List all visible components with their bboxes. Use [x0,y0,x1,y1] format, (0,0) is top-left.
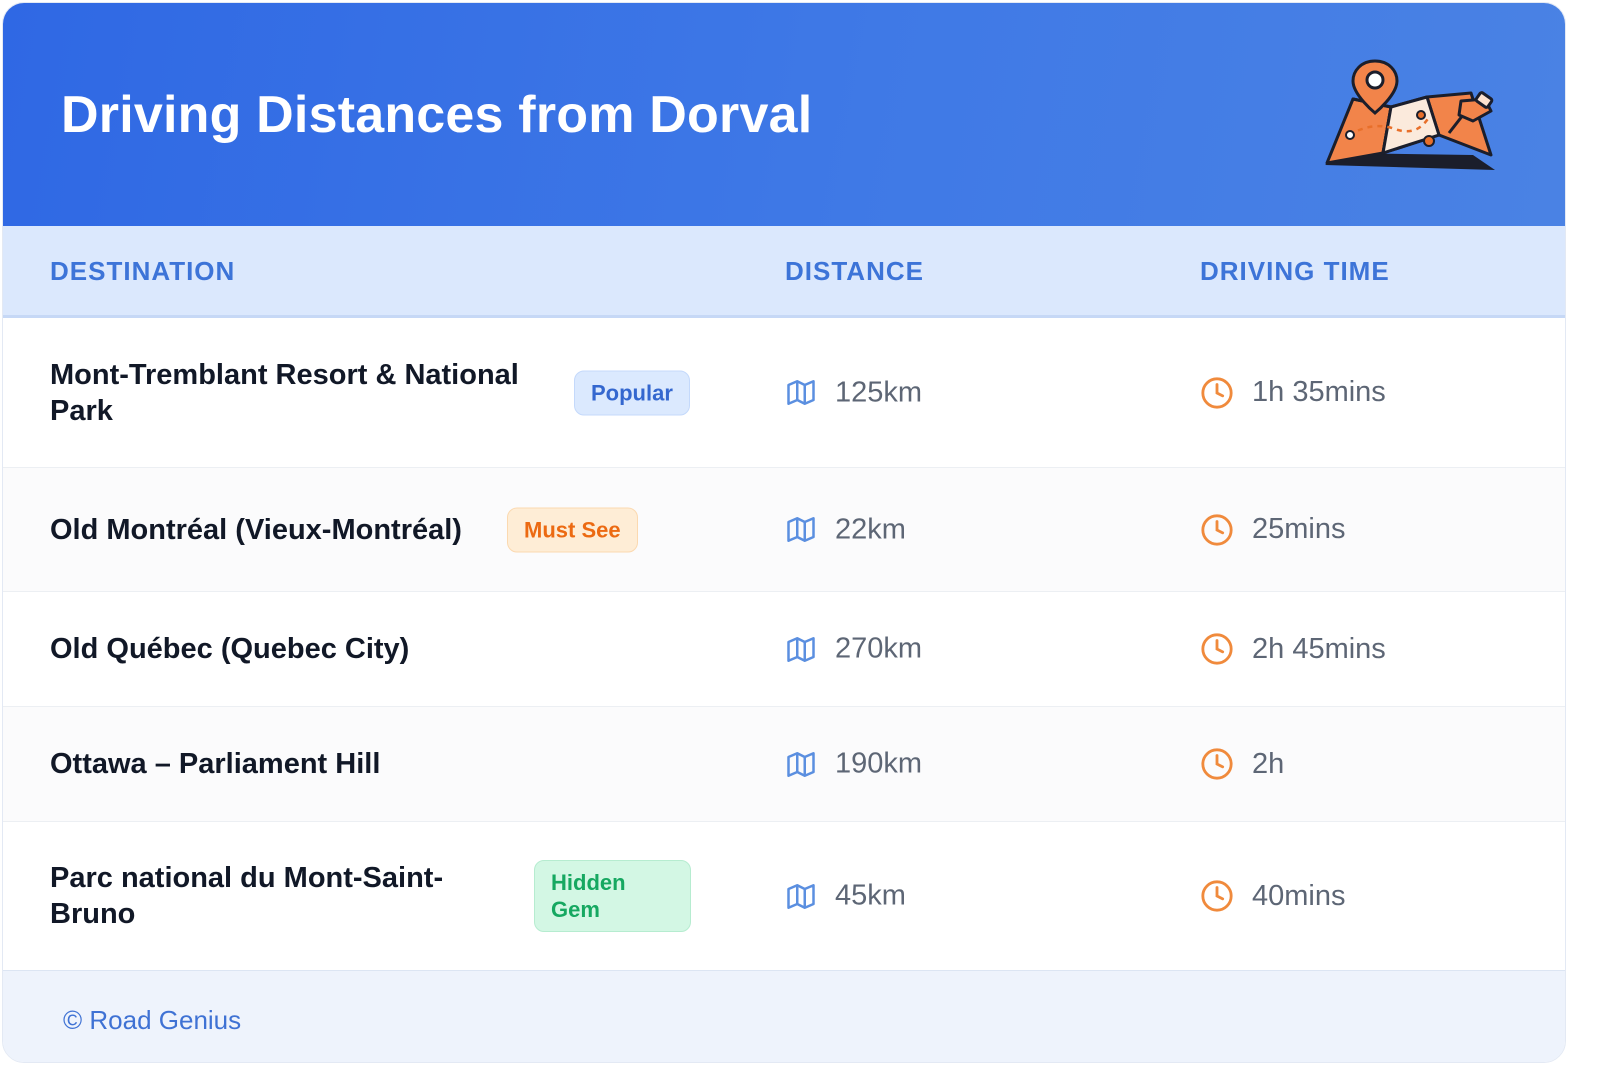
destination-name: Ottawa – Parliament Hill [50,748,381,780]
time-value: 2h 45mins [1252,632,1386,665]
badge-must-see: Must See [507,507,638,552]
clock-icon [1201,513,1233,546]
table-row[interactable]: Ottawa – Parliament Hill 190km 2h [3,707,1565,822]
distance-cell: 190km [785,748,922,781]
distance-cell: 45km [785,880,906,913]
destination-name: Old Québec (Quebec City) [50,633,410,665]
table-header: DESTINATION DISTANCE DRIVING TIME [3,226,1565,318]
column-header-distance[interactable]: DISTANCE [785,256,924,287]
table-row[interactable]: Old Québec (Quebec City) 270km 2h 45mins [3,592,1565,707]
map-icon [787,380,815,405]
destination-name: Old Montréal (Vieux-Montréal) [50,513,462,546]
time-value: 25mins [1252,513,1346,545]
time-cell: 2h [1200,747,1284,781]
distance-value: 45km [835,879,906,912]
badge-hidden-gem: Hidden Gem [534,860,691,932]
map-icon [787,636,815,662]
card-header: Driving Distances from Dorval [3,3,1565,226]
distance-value: 270km [835,632,923,665]
table-row[interactable]: Old Montréal (Vieux-Montréal) Must See 2… [3,468,1565,592]
card-footer: © Road Genius [3,970,1565,1062]
column-header-destination[interactable]: DESTINATION [50,256,235,287]
copyright-link[interactable]: © Road Genius [63,1005,241,1036]
distance-value: 190km [835,747,923,780]
map-icon [787,751,815,777]
map-icon [787,883,815,909]
destination-name: Mont-Tremblant Resort & National Park [50,358,519,427]
distance-cell: 125km [785,376,922,409]
time-cell: 40mins [1200,879,1346,913]
distance-cell: 22km [785,513,906,546]
destination-name: Parc national du Mont-Saint-Bruno [50,862,444,930]
distance-value: 22km [835,513,906,545]
time-cell: 25mins [1200,513,1346,547]
time-cell: 1h 35mins [1200,376,1386,410]
map-icon [787,517,815,542]
clock-icon [1201,880,1233,912]
distance-card: Driving Distances from Dorval DESTINATIO… [2,2,1566,1063]
page-title: Driving Distances from Dorval [61,86,813,144]
badge-popular: Popular [574,370,690,415]
clock-icon [1201,633,1233,665]
folded-map-with-pin-icon [1325,59,1495,170]
clock-icon [1201,376,1233,409]
time-value: 2h [1252,747,1285,780]
time-value: 1h 35mins [1252,376,1386,408]
table-row[interactable]: Parc national du Mont-Saint-Bruno Hidden… [3,822,1565,970]
distance-value: 125km [835,376,923,408]
table-row[interactable]: Mont-Tremblant Resort & National Park Po… [3,318,1565,468]
clock-icon [1201,748,1233,780]
time-value: 40mins [1252,879,1346,912]
column-header-driving-time[interactable]: DRIVING TIME [1200,256,1390,287]
time-cell: 2h 45mins [1200,632,1386,666]
distance-cell: 270km [785,633,922,666]
